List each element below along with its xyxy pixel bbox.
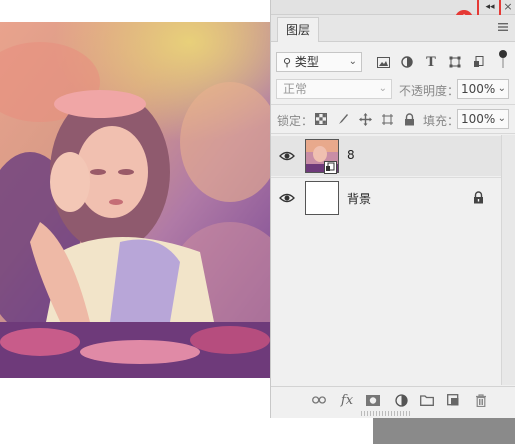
layer-row-background[interactable]: 背景 [271, 177, 501, 218]
filter-smart-object-icon[interactable] [471, 54, 487, 70]
layer-lock-icon[interactable] [473, 191, 484, 207]
lock-position-icon[interactable] [357, 111, 373, 127]
blend-row: 正常 ⌄ 不透明度： 100% ⌄ [271, 78, 515, 102]
filter-kind-label: 类型 [294, 55, 319, 69]
chevron-down-icon: ⌄ [348, 56, 357, 67]
adjustment-layer-icon[interactable] [393, 392, 409, 408]
layers-panel: ◂◂ × 1 图层 ⚲ 类型 ⌄ T 正 [270, 0, 515, 418]
add-mask-icon[interactable] [365, 392, 381, 408]
lock-image-pixels-icon[interactable] [335, 111, 351, 127]
layers-scrollbar[interactable] [501, 135, 515, 385]
lock-transparent-pixels-icon[interactable] [313, 111, 329, 127]
chevron-down-icon: ⌄ [497, 113, 506, 124]
layer-style-fx-icon[interactable]: fx [339, 392, 355, 408]
close-panel-button[interactable]: × [501, 0, 515, 14]
fill-label: 填充： [423, 114, 460, 128]
lock-all-icon[interactable] [401, 111, 417, 127]
filter-adjustment-icon[interactable] [399, 54, 415, 70]
search-icon: ⚲ [283, 56, 292, 69]
layer-name[interactable]: 背景 [347, 190, 371, 207]
blend-mode-value: 正常 [283, 82, 308, 96]
layers-bottom-toolbar: fx [271, 386, 515, 413]
resize-grip[interactable] [361, 411, 411, 416]
visibility-eye-icon[interactable] [279, 149, 295, 163]
blend-mode-select[interactable]: 正常 ⌄ [276, 79, 392, 99]
lock-row: 锁定： 填充： 100% ⌄ [271, 107, 515, 131]
divider [271, 104, 515, 105]
painted-portrait-image [0, 22, 270, 378]
new-layer-icon[interactable] [445, 392, 461, 408]
filter-type-icon[interactable]: T [423, 54, 439, 70]
canvas-image [0, 22, 270, 378]
new-group-folder-icon[interactable] [419, 392, 435, 408]
chevron-down-icon: ⌄ [378, 83, 387, 94]
filter-toggle-icon[interactable] [495, 50, 511, 68]
opacity-field[interactable]: 100% ⌄ [457, 79, 509, 99]
layer-thumbnail-white [305, 181, 339, 215]
chevron-down-icon: ⌄ [497, 83, 506, 94]
filter-pixel-icon[interactable] [375, 54, 391, 70]
fill-field[interactable]: 100% ⌄ [457, 109, 509, 129]
lock-label: 锁定： [277, 114, 314, 128]
opacity-label: 不透明度： [399, 84, 460, 98]
opacity-value: 100% [461, 82, 496, 96]
layer-row-8[interactable]: 8 [271, 136, 501, 176]
panel-menu-icon[interactable] [497, 21, 509, 33]
lock-artboard-icon[interactable] [379, 111, 395, 127]
tab-layers[interactable]: 图层 [277, 17, 320, 42]
filter-kind-select[interactable]: ⚲ 类型 ⌄ [276, 52, 362, 72]
link-layers-icon[interactable] [311, 392, 327, 408]
workspace-background [373, 418, 515, 444]
delete-trash-icon[interactable] [473, 392, 489, 408]
smart-object-badge-icon [324, 161, 337, 174]
fill-value: 100% [461, 112, 496, 126]
visibility-eye-icon[interactable] [279, 191, 295, 205]
filter-shape-icon[interactable] [447, 54, 463, 70]
filter-row: ⚲ 类型 ⌄ T [271, 50, 515, 74]
divider [271, 133, 515, 134]
layer-name[interactable]: 8 [347, 148, 355, 162]
panel-tab-bar: 图层 [271, 15, 515, 42]
